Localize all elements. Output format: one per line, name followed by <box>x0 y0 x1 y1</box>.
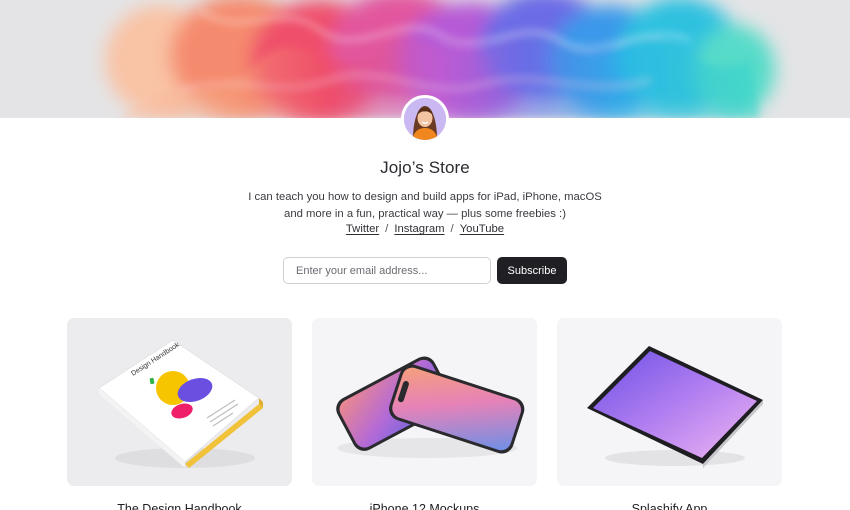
product-card[interactable]: Splashify App <box>557 318 782 510</box>
product-image[interactable]: Design Handbook <box>67 318 292 486</box>
product-image[interactable] <box>312 318 537 486</box>
avatar <box>401 95 449 143</box>
bio-line: and more in a fun, practical way — plus … <box>284 208 566 220</box>
phone-icon <box>336 356 525 458</box>
product-card[interactable]: iPhone 12 Mockups <box>312 318 537 510</box>
product-image[interactable] <box>557 318 782 486</box>
social-links: Twitter / Instagram / YouTube <box>0 223 850 235</box>
product-title[interactable]: iPhone 12 Mockups <box>312 502 537 510</box>
product-title[interactable]: The Design Handbook <box>67 502 292 510</box>
instagram-link[interactable]: Instagram <box>394 223 444 235</box>
twitter-link[interactable]: Twitter <box>346 223 379 235</box>
store-bio: I can teach you how to design and build … <box>0 189 850 223</box>
link-separator: / <box>450 223 454 235</box>
subscribe-button[interactable]: Subscribe <box>497 257 567 284</box>
bio-line: I can teach you how to design and build … <box>248 191 602 203</box>
product-card[interactable]: Design Handbook The Design Handbook <box>67 318 292 510</box>
tablet-icon <box>587 346 763 468</box>
store-title: Jojo’s Store <box>380 158 470 177</box>
link-separator: / <box>385 223 389 235</box>
email-input[interactable] <box>283 257 491 284</box>
youtube-link[interactable]: YouTube <box>460 223 504 235</box>
avatar-photo-icon <box>404 98 446 140</box>
product-title[interactable]: Splashify App <box>557 502 782 510</box>
book-icon: Design Handbook <box>98 339 263 468</box>
